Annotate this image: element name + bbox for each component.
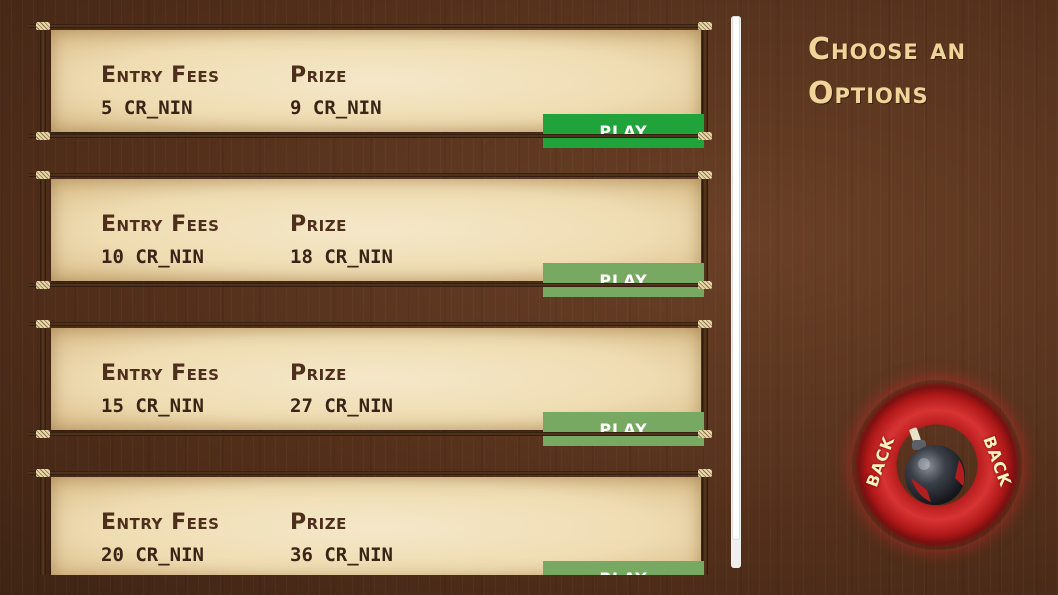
scrollbar[interactable] [731, 16, 741, 568]
entry-fees-value: 10 CR_NIN [101, 246, 204, 268]
option-card: Entry Fees Prize 5 CR_NIN 9 CR_NIN PLAY [26, 14, 726, 148]
rope-knot [698, 22, 712, 30]
entry-fees-value: 20 CR_NIN [101, 544, 204, 566]
rope-knot [36, 430, 50, 438]
entry-fees-label: Entry Fees [101, 63, 220, 88]
play-button[interactable]: PLAY [543, 114, 704, 148]
rope-knot [36, 22, 50, 30]
prize-value: 18 CR_NIN [290, 246, 393, 268]
rope-knot [698, 320, 712, 328]
rope-knot [698, 430, 712, 438]
left-stick [40, 22, 46, 140]
rope-knot [698, 132, 712, 140]
top-rod [28, 471, 712, 475]
title-line-2: Options [808, 76, 929, 111]
rope-knot [698, 171, 712, 179]
rope-knot [698, 281, 712, 289]
back-label-left: BACK [862, 433, 899, 490]
options-list[interactable]: Entry Fees Prize 5 CR_NIN 9 CR_NIN PLAY … [26, 12, 726, 575]
back-label-right: BACK [979, 433, 1016, 490]
option-card: Entry Fees Prize 20 CR_NIN 36 CR_NIN PLA… [26, 461, 726, 575]
prize-value: 27 CR_NIN [290, 395, 393, 417]
back-button[interactable]: BACK BACK [852, 380, 1022, 550]
bottom-rod [28, 432, 712, 436]
top-rod [28, 173, 712, 177]
right-stick [702, 469, 708, 575]
entry-fees-value: 15 CR_NIN [101, 395, 204, 417]
bottom-rod [28, 283, 712, 287]
parchment-panel: Entry Fees Prize 10 CR_NIN 18 CR_NIN PLA… [51, 179, 704, 297]
option-card: Entry Fees Prize 10 CR_NIN 18 CR_NIN PLA… [26, 163, 726, 297]
top-rod [28, 322, 712, 326]
scrollbar-thumb[interactable] [732, 16, 740, 540]
rope-knot [36, 171, 50, 179]
left-stick [40, 171, 46, 289]
top-rod [28, 24, 712, 28]
parchment-panel: Entry Fees Prize 5 CR_NIN 9 CR_NIN PLAY [51, 30, 704, 148]
prize-value: 9 CR_NIN [290, 97, 382, 119]
prize-label: Prize [290, 510, 347, 535]
rope-knot [698, 469, 712, 477]
left-stick [40, 469, 46, 575]
play-button[interactable]: PLAY [543, 561, 704, 575]
rope-knot [36, 469, 50, 477]
prize-label: Prize [290, 63, 347, 88]
prize-value: 36 CR_NIN [290, 544, 393, 566]
rope-knot [36, 320, 50, 328]
prize-label: Prize [290, 212, 347, 237]
bottom-rod [28, 134, 712, 138]
entry-fees-value: 5 CR_NIN [101, 97, 193, 119]
play-button[interactable]: PLAY [543, 412, 704, 446]
play-button[interactable]: PLAY [543, 263, 704, 297]
parchment-panel: Entry Fees Prize 15 CR_NIN 27 CR_NIN PLA… [51, 328, 704, 446]
entry-fees-label: Entry Fees [101, 510, 220, 535]
option-card: Entry Fees Prize 15 CR_NIN 27 CR_NIN PLA… [26, 312, 726, 446]
rope-knot [36, 132, 50, 140]
entry-fees-label: Entry Fees [101, 361, 220, 386]
rope-knot [36, 281, 50, 289]
left-stick [40, 320, 46, 438]
bomb-icon [905, 427, 965, 505]
entry-fees-label: Entry Fees [101, 212, 220, 237]
prize-label: Prize [290, 361, 347, 386]
page-title: Choose an Options [808, 28, 1048, 116]
title-line-1: Choose an [808, 32, 967, 67]
parchment-panel: Entry Fees Prize 20 CR_NIN 36 CR_NIN PLA… [51, 477, 704, 575]
